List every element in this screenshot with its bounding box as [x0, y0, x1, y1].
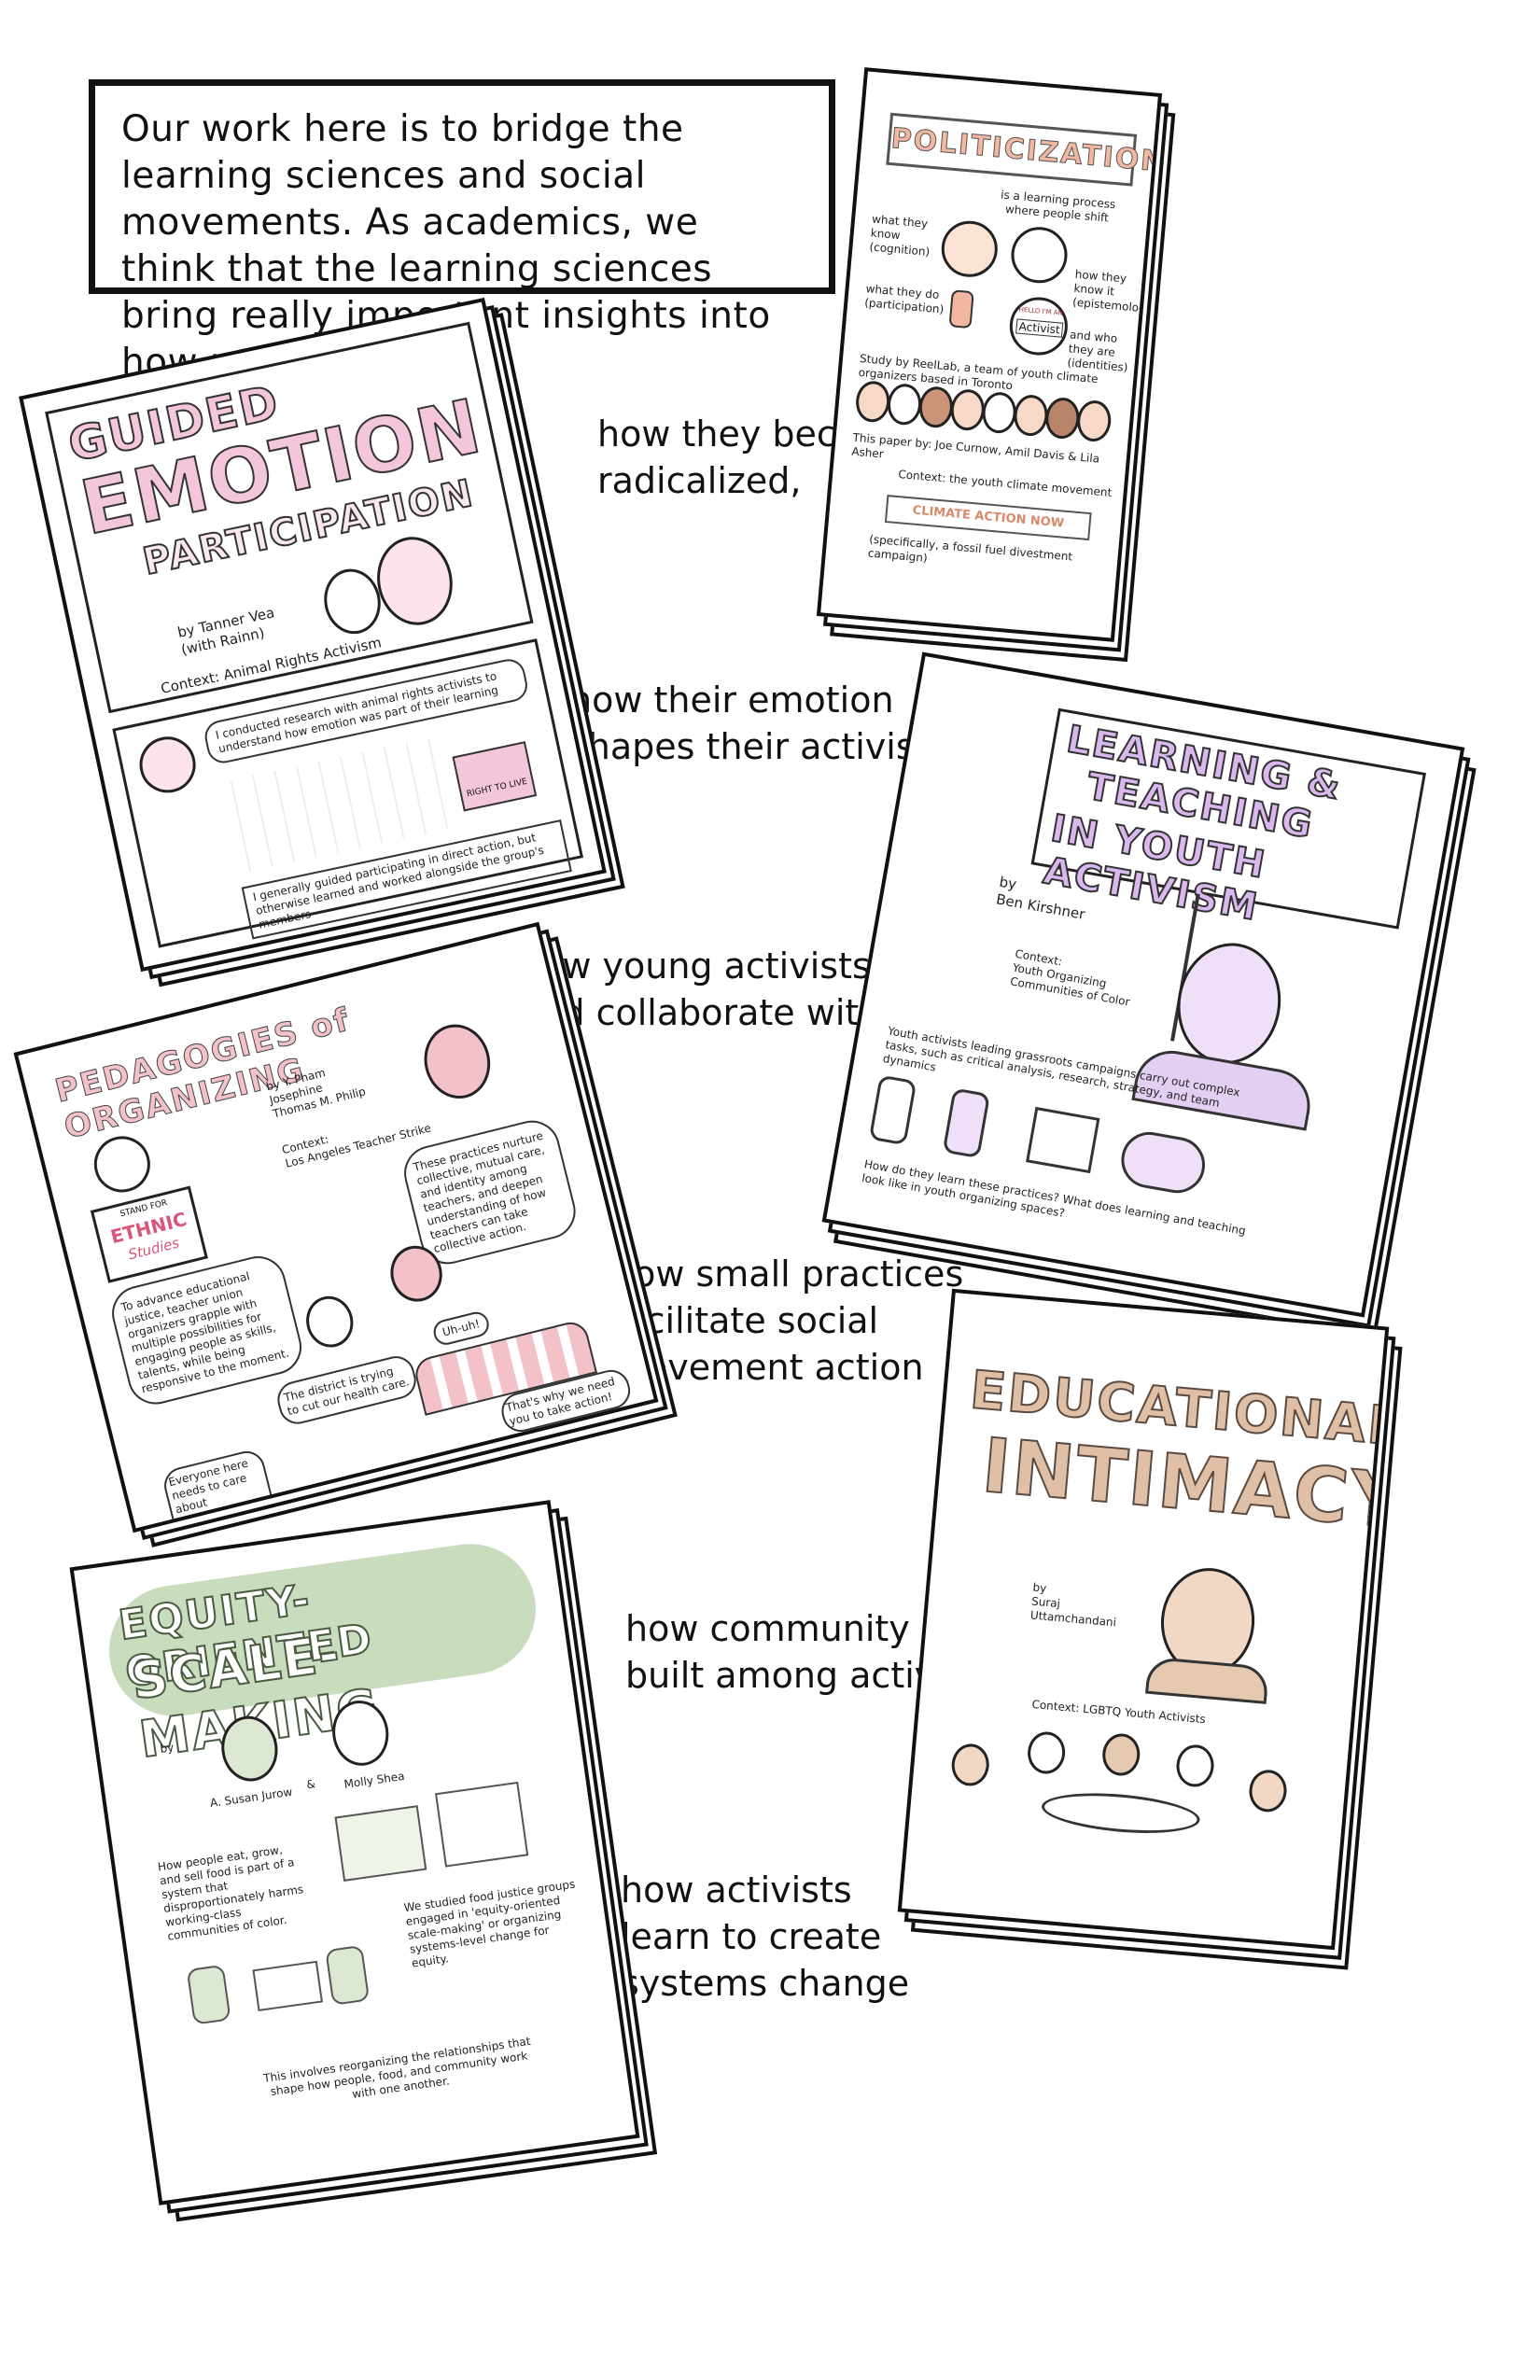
lifting-figure-icon: [948, 289, 974, 329]
label-who: and who they are (identities): [1066, 328, 1128, 374]
zine-guided-emotion: GUIDED EMOTION PARTICIPATION by Tanner V…: [19, 297, 625, 987]
ethnic-studies-sign: STAND FOR ETHNIC Studies: [90, 1185, 208, 1283]
caption-systems-change: how activists learn to create systems ch…: [621, 1869, 910, 2004]
author-1: A. Susan Jurow: [209, 1785, 294, 1810]
zine-body-1: How people eat, grow, and sell food is p…: [157, 1842, 304, 1943]
organizer-faces: [854, 72, 1158, 443]
brain-icon: [939, 218, 1001, 280]
zine-body-3: This involves reorganizing the relations…: [262, 2034, 532, 2101]
zine-by: by: [159, 1740, 175, 1756]
speech-bubble-4: Uh-uh!: [430, 1309, 492, 1348]
zine-scale-making: EQUITY-ORIENTED SCALE-MAKING by A. Susan…: [69, 1500, 658, 2222]
city-illustration: [434, 1781, 529, 1868]
zine-body-2: We studied food justice groups engaged i…: [402, 1877, 577, 1970]
zine-context: Context: Youth Organizing Communities of…: [1009, 946, 1131, 1009]
zine-page: EDUCATIONAL INTIMACY by Suraj Uttamchand…: [897, 1288, 1390, 1951]
intro-text-box: Our work here is to bridge the learning …: [89, 79, 835, 384]
magnifier-icon: [1009, 224, 1071, 286]
houses-illustration: [334, 1805, 427, 1882]
author-shirt: [1145, 1656, 1270, 1704]
zine-subtitle: is a learning process where people shift: [1000, 188, 1116, 225]
zine-page: POLITICIZATION is a learning process whe…: [816, 67, 1163, 642]
zine-context: Context: LGBTQ Youth Activists: [1031, 1697, 1207, 1727]
label-how: how they know it (epistemologies): [1071, 267, 1163, 317]
zine-learning-teaching: LEARNING & TEACHING IN YOUTH ACTIVISM by…: [821, 651, 1477, 1338]
activist-badge-icon: HELLO I'M AN Activist: [1007, 294, 1071, 358]
author-2: Molly Shea: [343, 1769, 406, 1791]
zine-educational-intimacy: EDUCATIONAL INTIMACY by Suraj Uttamchand…: [897, 1288, 1403, 1970]
woman-figure: [301, 1291, 359, 1352]
zine-page: EQUITY-ORIENTED SCALE-MAKING by A. Susan…: [69, 1500, 640, 2205]
label-do: what they do (participation): [863, 282, 945, 316]
teacher-portrait: [88, 1130, 157, 1198]
author-amp: &: [305, 1777, 316, 1792]
caption-emotion: how their emotion shapes their activism,: [569, 679, 960, 767]
badge-label: Activist: [1015, 318, 1064, 338]
zine-pedagogies: PEDAGOGIES of ORGANIZING by Y. Pham Jose…: [13, 921, 678, 1547]
zine-byline: by Suraj Uttamchandani: [1029, 1580, 1117, 1630]
climate-banner: CLIMATE ACTION NOW: [884, 495, 1092, 541]
context-note: (specifically, a fossil fuel divestment …: [867, 532, 1073, 566]
zine-politicization: POLITICIZATION is a learning process whe…: [816, 67, 1176, 663]
zine-title: POLITICIZATION: [886, 112, 1162, 187]
zine-page: LEARNING & TEACHING IN YOUTH ACTIVISM by…: [821, 651, 1465, 1318]
speech-bubble-2: These practices nurture collective, mutu…: [398, 1114, 581, 1270]
label-know: what they know (cognition): [868, 212, 931, 259]
